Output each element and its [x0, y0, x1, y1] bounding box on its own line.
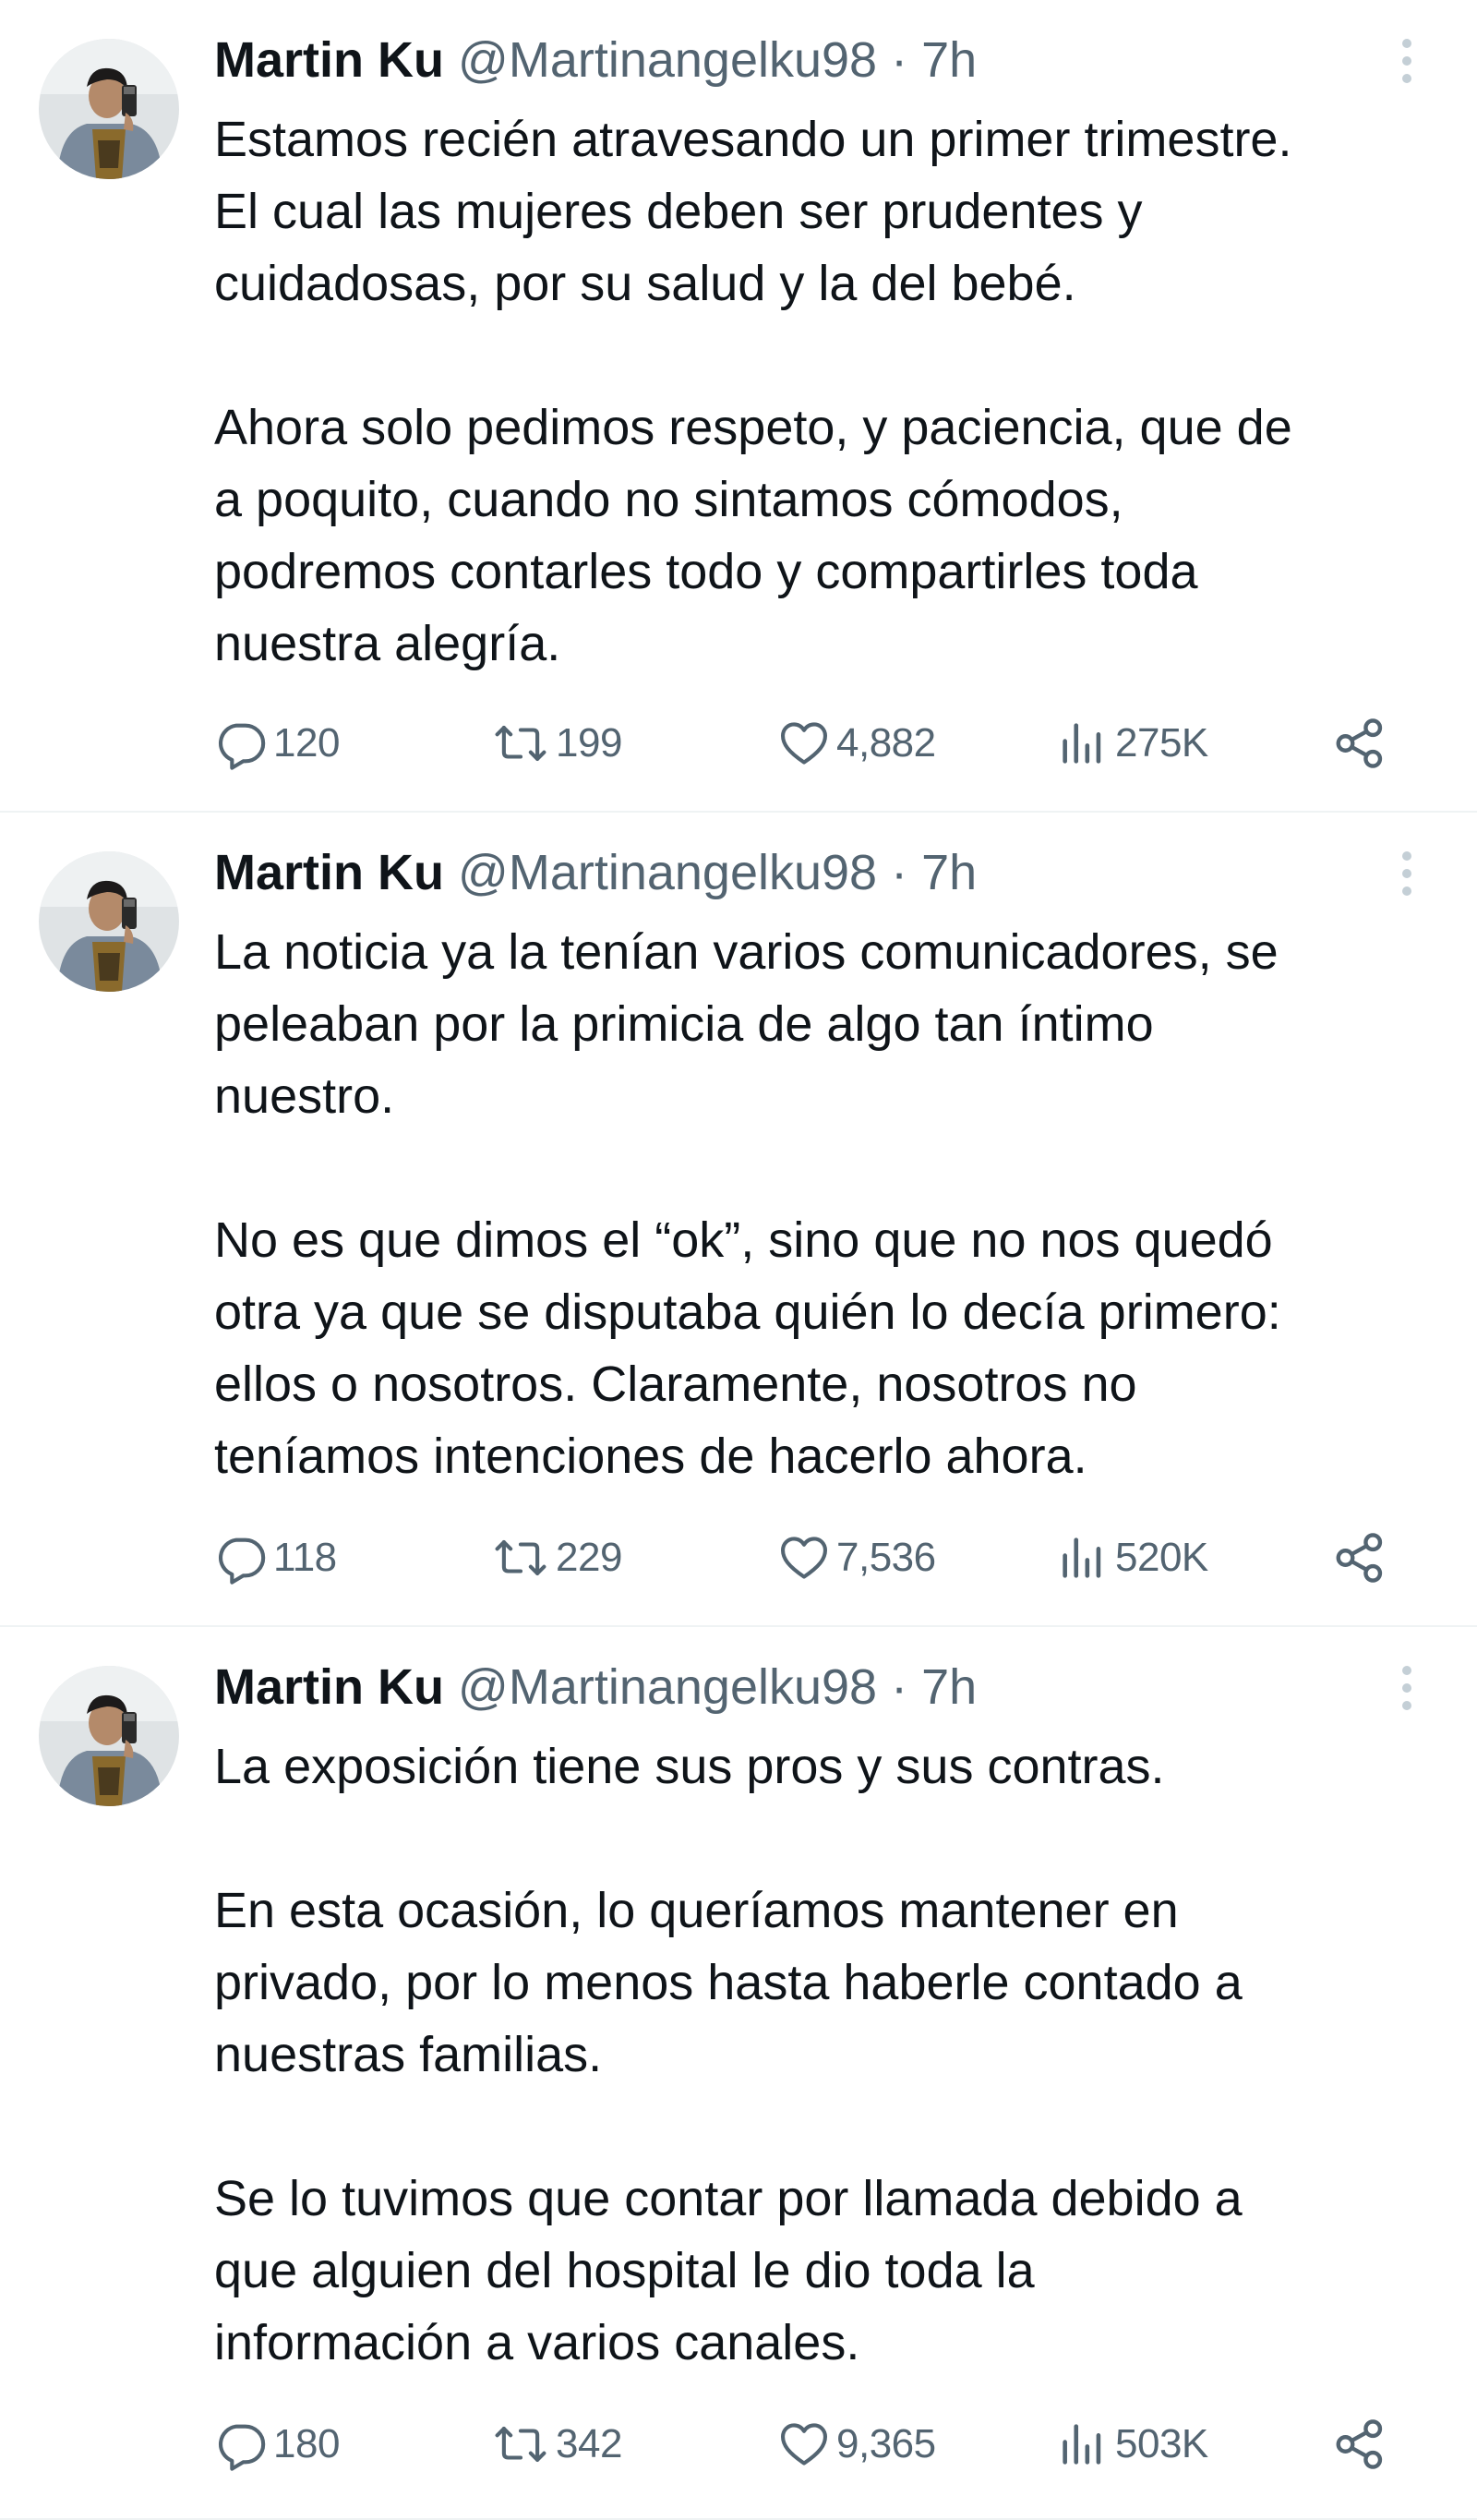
- retweet-button[interactable]: 342: [491, 2412, 622, 2477]
- reply-count: 180: [273, 2421, 340, 2466]
- share-icon: [1336, 2419, 1383, 2469]
- views-count: 503K: [1115, 2421, 1208, 2466]
- tweet-actions: 120 199 4,882 275K: [214, 711, 1442, 776]
- share-button[interactable]: [1331, 1525, 1388, 1590]
- like-button[interactable]: 9,365: [777, 2412, 936, 2477]
- views-button[interactable]: 520K: [1056, 1525, 1208, 1590]
- reply-button[interactable]: 180: [214, 2412, 340, 2477]
- retweet-button[interactable]: 199: [491, 711, 622, 776]
- reply-icon: [218, 2424, 266, 2471]
- like-count: 7,536: [836, 1535, 936, 1580]
- heart-icon: [780, 722, 828, 765]
- author-name[interactable]: Martin Ku: [214, 32, 444, 88]
- reply-icon: [218, 1537, 266, 1585]
- views-icon: [1063, 2424, 1101, 2465]
- author-name[interactable]: Martin Ku: [214, 845, 444, 900]
- author-handle-time[interactable]: @Martinangelku98 · 7h: [458, 845, 977, 900]
- tweet[interactable]: Martin Ku @Martinangelku98 · 7h La expos…: [0, 1627, 1477, 2520]
- reply-button[interactable]: 120: [214, 711, 340, 776]
- views-count: 520K: [1115, 1535, 1208, 1580]
- tweet-header: Martin Ku @Martinangelku98 · 7h: [214, 1657, 977, 1718]
- retweet-icon: [495, 726, 546, 761]
- author-handle-time[interactable]: @Martinangelku98 · 7h: [458, 1659, 977, 1715]
- like-count: 9,365: [836, 2421, 936, 2466]
- retweet-icon: [495, 2427, 546, 2462]
- retweet-count: 342: [556, 2421, 622, 2466]
- retweet-count: 229: [556, 1535, 622, 1580]
- retweet-icon: [495, 1540, 546, 1575]
- reply-count: 120: [273, 720, 340, 766]
- views-icon: [1063, 1537, 1101, 1578]
- heart-icon: [780, 1537, 828, 1579]
- views-count: 275K: [1115, 720, 1208, 766]
- reply-icon: [218, 723, 266, 770]
- share-icon: [1336, 718, 1383, 768]
- retweet-count: 199: [556, 720, 622, 766]
- views-icon: [1063, 723, 1101, 764]
- tweet-text: La noticia ya la tenían varios comunicad…: [214, 924, 1281, 1484]
- tweet-header: Martin Ku @Martinangelku98 · 7h: [214, 30, 977, 90]
- more-options-icon[interactable]: [1390, 848, 1423, 899]
- tweet-actions: 180 342 9,365 503K: [214, 2412, 1442, 2477]
- heart-icon: [780, 2423, 828, 2466]
- tweet[interactable]: Martin Ku @Martinangelku98 · 7h La notic…: [0, 813, 1477, 1627]
- share-icon: [1336, 1533, 1383, 1583]
- more-options-icon[interactable]: [1390, 1662, 1423, 1714]
- avatar[interactable]: [39, 39, 179, 179]
- like-count: 4,882: [836, 720, 936, 766]
- views-button[interactable]: 503K: [1056, 2412, 1208, 2477]
- share-button[interactable]: [1331, 711, 1388, 776]
- tweet-header: Martin Ku @Martinangelku98 · 7h: [214, 842, 977, 903]
- avatar[interactable]: [39, 851, 179, 992]
- views-button[interactable]: 275K: [1056, 711, 1208, 776]
- tweet-actions: 118 229 7,536 520K: [214, 1525, 1442, 1590]
- share-button[interactable]: [1331, 2412, 1388, 2477]
- more-options-icon[interactable]: [1390, 35, 1423, 87]
- avatar[interactable]: [39, 1666, 179, 1806]
- author-handle-time[interactable]: @Martinangelku98 · 7h: [458, 32, 977, 88]
- reply-button[interactable]: 118: [214, 1525, 337, 1590]
- tweet-text: Estamos recién atravesando un primer tri…: [214, 112, 1292, 671]
- tweet-text: La exposición tiene sus pros y sus contr…: [214, 1739, 1243, 2370]
- reply-count: 118: [273, 1535, 337, 1580]
- author-name[interactable]: Martin Ku: [214, 1659, 444, 1715]
- tweet[interactable]: Martin Ku @Martinangelku98 · 7h Estamos …: [0, 0, 1477, 813]
- like-button[interactable]: 7,536: [777, 1525, 936, 1590]
- retweet-button[interactable]: 229: [491, 1525, 622, 1590]
- like-button[interactable]: 4,882: [777, 711, 936, 776]
